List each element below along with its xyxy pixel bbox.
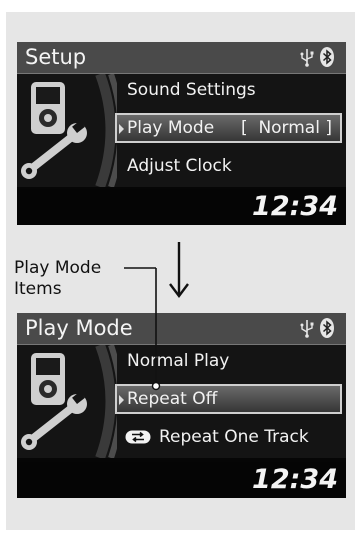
selection-caret-icon: [119, 395, 124, 405]
menu-item-repeat-off[interactable]: Repeat Off: [115, 384, 342, 414]
setup-title: Setup: [25, 45, 87, 69]
arrow-down-icon: [169, 242, 189, 298]
setup-menu: Sound Settings Play Mode [ Normal ] Adju…: [17, 74, 346, 187]
menu-item-label: Repeat One Track: [159, 427, 309, 447]
callout-line-1: Play Mode: [14, 258, 102, 278]
status-icons: [300, 47, 334, 67]
menu-item-label: Repeat Off: [127, 389, 218, 409]
clock-display: 12:34: [252, 464, 338, 495]
media-player-icon: [21, 345, 117, 458]
clock-bar: 12:34: [17, 462, 346, 498]
usb-icon: [300, 49, 314, 67]
bluetooth-icon: [320, 47, 334, 67]
play-mode-screen: Play Mode Normal Play Repeat Off Repeat …: [17, 313, 346, 498]
menu-item-repeat-one-track[interactable]: Repeat One Track: [115, 422, 342, 452]
play-mode-value: [ Normal ]: [241, 118, 332, 138]
callout-line-2: Items: [14, 279, 62, 299]
illustration-frame: Setup Sound Settings Play Mode [Normal …: [6, 12, 355, 530]
repeat-one-icon: [125, 430, 151, 444]
status-icons: [300, 318, 334, 338]
menu-item-play-mode[interactable]: Play Mode [ Normal ]: [115, 113, 342, 143]
menu-item-label: Normal Play: [127, 351, 230, 371]
menu-item-label: Play Mode: [127, 118, 215, 138]
media-player-icon: [21, 74, 117, 187]
menu-item-label: Sound Settings: [127, 80, 256, 100]
setup-screen: Setup Sound Settings Play Mode [Normal …: [17, 42, 346, 225]
callout-label: Play Mode Items: [14, 258, 101, 300]
menu-item-sound-settings[interactable]: Sound Settings: [115, 75, 342, 105]
bluetooth-icon: [320, 318, 334, 338]
clock-display: 12:34: [252, 191, 338, 222]
clock-bar: 12:34: [17, 189, 346, 225]
menu-item-normal-play[interactable]: Normal Play: [115, 346, 342, 376]
play-mode-menu: Normal Play Repeat Off Repeat One Track: [17, 345, 346, 458]
menu-item-adjust-clock[interactable]: Adjust Clock: [115, 151, 342, 181]
usb-icon: [300, 320, 314, 338]
play-mode-title-bar: Play Mode: [17, 313, 346, 345]
menu-item-label: Adjust Clock: [127, 156, 232, 176]
play-mode-title: Play Mode: [25, 316, 133, 340]
selection-caret-icon: [119, 124, 124, 134]
setup-title-bar: Setup: [17, 42, 346, 74]
